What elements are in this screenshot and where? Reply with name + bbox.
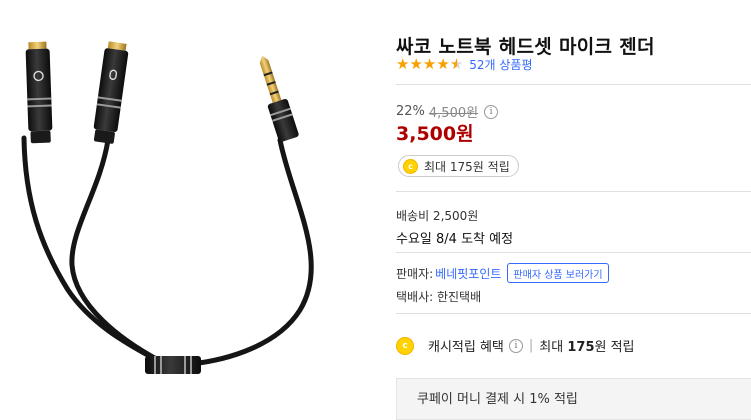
coupay-benefit-box: 쿠페이 머니 결제 시 1% 적립 [396, 378, 751, 420]
cash-amount-value: 175 [567, 340, 595, 355]
separator: | [528, 338, 534, 353]
cash-benefit-amount: 최대 175원 적립 [539, 336, 634, 355]
arrival-date: 수요일 8/4 도착 예정 [396, 232, 514, 247]
info-icon[interactable]: i [484, 104, 499, 119]
divider [396, 191, 751, 192]
star-icon: ★ [409, 54, 423, 73]
divider [396, 84, 751, 85]
cash-benefit-row: c 캐시적립 혜택 i | 최대 175원 적립 [396, 336, 635, 355]
divider [396, 252, 751, 253]
coin-icon: c [403, 158, 418, 174]
star-rating[interactable]: ★ ★ ★ ★ ★ [396, 54, 464, 73]
cash-reward-badge: c 최대 175원 적립 [398, 155, 519, 177]
cash-benefit-label: 캐시적립 혜택 [428, 340, 504, 355]
info-icon[interactable]: i [508, 338, 523, 353]
product-info-panel: 싸코 노트북 헤드셋 마이크 젠더 ★ ★ ★ ★ ★ 52개 상품평 22% … [396, 0, 751, 420]
view-seller-products-button[interactable]: 판매자 상품 보러가기 [507, 263, 609, 283]
headset-splitter-cable-image [21, 41, 314, 374]
cash-reward-text: 최대 175원 적립 [424, 159, 510, 174]
star-icon: ★ [422, 54, 437, 73]
divider [396, 313, 751, 314]
rating-row: ★ ★ ★ ★ ★ 52개 상품평 [396, 55, 533, 73]
star-icon: ★ [396, 54, 410, 73]
cash-amount-suffix: 원 적립 [594, 340, 635, 355]
sale-price: 3,500원 [396, 123, 474, 145]
courier-info: 택배사: 한진택배 [396, 290, 482, 304]
star-icon: ★ [436, 54, 450, 73]
seller-name-link[interactable]: 베네핏포인트 [435, 265, 501, 282]
discount-rate: 22% [396, 104, 425, 119]
seller-label: 판매자: [396, 266, 434, 281]
cash-amount-prefix: 최대 [539, 340, 564, 355]
shipping-fee: 배송비 2,500원 [396, 209, 479, 223]
half-star-icon: ★ [449, 54, 464, 73]
product-image[interactable] [0, 0, 380, 403]
review-count-link[interactable]: 52개 상품평 [469, 56, 532, 73]
coin-icon: c [396, 336, 414, 355]
coupay-benefit-text: 쿠페이 머니 결제 시 1% 적립 [417, 392, 578, 407]
seller-row: 판매자: 베네핏포인트 판매자 상품 보러가기 [396, 263, 609, 283]
